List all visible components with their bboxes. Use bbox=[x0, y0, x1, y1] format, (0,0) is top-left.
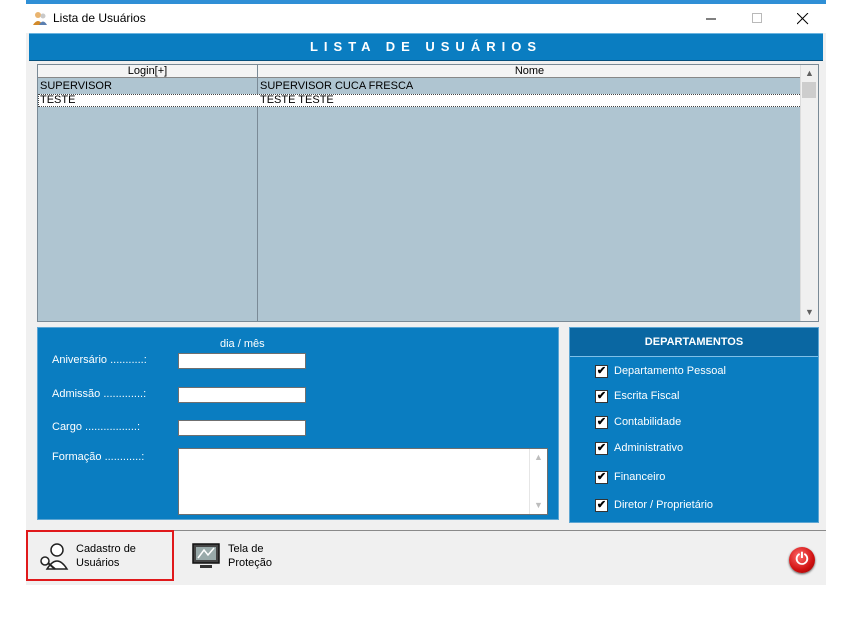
close-icon bbox=[797, 12, 809, 24]
scroll-up-icon[interactable]: ▲ bbox=[530, 449, 547, 466]
close-button[interactable] bbox=[780, 4, 826, 33]
cadastro-usuarios-label: Cadastro de Usuários bbox=[76, 543, 136, 569]
bottom-toolbar: Cadastro de Usuários Tela de Proteção ⏻ bbox=[26, 530, 826, 585]
cell-login: SUPERVISOR bbox=[40, 80, 112, 92]
power-button[interactable]: ⏻ bbox=[789, 547, 815, 573]
cargo-label: Cargo .................: bbox=[52, 421, 141, 433]
maximize-icon bbox=[751, 13, 762, 23]
grid-scrollbar[interactable]: ▲ ▼ bbox=[800, 65, 818, 321]
tela-protecao-button[interactable]: Tela de Proteção bbox=[188, 531, 302, 581]
departments-panel: DEPARTAMENTOS ✔ Departamento Pessoal ✔ E… bbox=[569, 327, 819, 523]
column-header-login[interactable]: Login[+] bbox=[38, 65, 258, 78]
table-row-selected[interactable]: TESTE TESTE TESTE bbox=[38, 94, 802, 107]
formacao-textarea[interactable]: ▲ ▼ bbox=[178, 448, 548, 515]
checkbox-escrita-fiscal[interactable]: ✔ bbox=[595, 390, 608, 403]
user-details-panel: dia / mês Aniversário ...........: Admis… bbox=[37, 327, 559, 520]
checkbox-departamento-pessoal[interactable]: ✔ bbox=[595, 365, 608, 378]
scroll-thumb[interactable] bbox=[802, 82, 816, 98]
minimize-button[interactable] bbox=[688, 4, 734, 33]
users-icon bbox=[33, 12, 47, 25]
table-row[interactable]: SUPERVISOR SUPERVISOR CUCA FRESCA bbox=[38, 80, 802, 93]
monitor-icon bbox=[188, 538, 224, 574]
cell-login: TESTE bbox=[40, 94, 76, 106]
textarea-scrollbar[interactable]: ▲ ▼ bbox=[529, 449, 547, 514]
date-hint: dia / mês bbox=[220, 338, 265, 350]
label-administrativo: Administrativo bbox=[614, 442, 684, 454]
cell-nome: SUPERVISOR CUCA FRESCA bbox=[260, 80, 414, 92]
checkbox-administrativo[interactable]: ✔ bbox=[595, 442, 608, 455]
tela-protecao-label: Tela de Proteção bbox=[228, 543, 273, 569]
checkbox-diretor-proprietario[interactable]: ✔ bbox=[595, 499, 608, 512]
keys-users-icon bbox=[36, 538, 72, 574]
aniversario-label: Aniversário ...........: bbox=[52, 354, 147, 366]
admissao-input[interactable] bbox=[178, 387, 306, 403]
minimize-icon bbox=[705, 18, 716, 20]
title-bar: Lista de Usuários bbox=[26, 4, 826, 33]
admissao-label: Admissão .............: bbox=[52, 388, 147, 400]
label-departamento-pessoal: Departamento Pessoal bbox=[614, 365, 726, 377]
label-financeiro: Financeiro bbox=[614, 471, 666, 483]
formacao-label: Formação ............: bbox=[52, 451, 145, 463]
label-contabilidade: Contabilidade bbox=[614, 416, 682, 428]
cell-nome: TESTE TESTE bbox=[260, 94, 334, 106]
maximize-button[interactable] bbox=[734, 4, 780, 33]
label-diretor-proprietario: Diretor / Proprietário bbox=[614, 499, 714, 511]
column-header-nome[interactable]: Nome bbox=[258, 65, 802, 78]
checkbox-contabilidade[interactable]: ✔ bbox=[595, 416, 608, 429]
scroll-up-icon[interactable]: ▲ bbox=[801, 65, 818, 82]
main-window: Lista de Usuários LISTA DE USUÁRIOS Logi… bbox=[26, 0, 826, 585]
users-grid[interactable]: Login[+] Nome SUPERVISOR SUPERVISOR CUCA… bbox=[37, 64, 819, 322]
scroll-down-icon[interactable]: ▼ bbox=[530, 497, 547, 514]
label-escrita-fiscal: Escrita Fiscal bbox=[614, 390, 680, 402]
departments-title: DEPARTAMENTOS bbox=[570, 328, 818, 357]
cadastro-usuarios-button[interactable]: Cadastro de Usuários bbox=[36, 531, 150, 581]
checkbox-financeiro[interactable]: ✔ bbox=[595, 471, 608, 484]
window-title: Lista de Usuários bbox=[53, 11, 146, 25]
banner-title: LISTA DE USUÁRIOS bbox=[29, 33, 823, 61]
cargo-input[interactable] bbox=[178, 420, 306, 436]
scroll-down-icon[interactable]: ▼ bbox=[801, 304, 818, 321]
aniversario-input[interactable] bbox=[178, 353, 306, 369]
power-icon: ⏻ bbox=[795, 551, 809, 568]
